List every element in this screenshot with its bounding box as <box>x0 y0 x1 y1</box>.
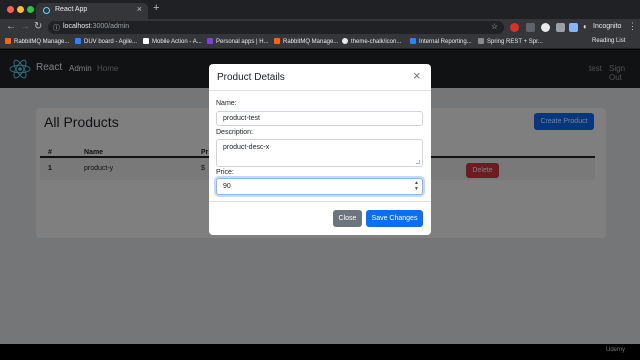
bookmark-item[interactable]: RabbitMQ Manage... <box>5 38 69 47</box>
maximize-window-button[interactable] <box>27 6 34 13</box>
tab-close-icon[interactable]: × <box>137 4 142 14</box>
bookmark-label: Mobile Action - A... <box>152 39 202 45</box>
bookmark-label: RabbitMQ Manage... <box>283 39 339 45</box>
udemy-watermark: Udemy <box>606 347 626 353</box>
back-icon[interactable]: ← <box>6 21 16 32</box>
save-changes-button[interactable]: Save Changes <box>366 210 423 227</box>
bookmark-favicon-icon <box>274 38 280 44</box>
incognito-label: Incognito <box>593 23 622 30</box>
bookmark-item[interactable]: theme-chalk/icon... <box>342 38 401 47</box>
bookmark-label: RabbitMQ Manage... <box>14 39 70 45</box>
description-value: product-desc-x <box>223 144 270 151</box>
extension-icon[interactable] <box>510 23 519 32</box>
description-label: Description: <box>216 129 253 136</box>
bookmark-label: Personal apps | H... <box>216 39 269 45</box>
bookmark-item[interactable]: Internal Reporting... <box>410 38 472 47</box>
browser-tab[interactable]: React App × <box>36 3 148 19</box>
bookmark-label: theme-chalk/icon... <box>351 39 402 45</box>
price-value: 90 <box>223 183 231 190</box>
bookmark-item[interactable]: Personal apps | H... <box>207 38 269 47</box>
bookmark-label: DUV board - Agile... <box>84 39 138 45</box>
bookmark-favicon-icon <box>5 38 11 44</box>
number-spinner-icon[interactable]: ▲ ▼ <box>414 180 419 192</box>
extension-icon[interactable] <box>569 23 578 32</box>
bookmark-favicon-icon <box>342 38 348 44</box>
url-path: :3000/admin <box>90 23 130 30</box>
bookmark-item[interactable]: Spring REST + Spr... <box>478 38 543 47</box>
bookmark-favicon-icon <box>75 38 81 44</box>
incognito-icon: ◐ <box>583 22 588 31</box>
url-text: localhost:3000/admin <box>63 23 129 30</box>
browser-tab-bar: React App × + <box>0 0 640 19</box>
description-textarea[interactable]: product-desc-x <box>216 139 423 167</box>
modal-title: Product Details <box>217 72 285 83</box>
price-label: Price: <box>216 169 234 176</box>
react-favicon-icon <box>43 7 50 14</box>
bookmark-label: Spring REST + Spr... <box>487 39 543 45</box>
new-tab-button[interactable]: + <box>153 2 159 14</box>
close-icon[interactable]: × <box>413 69 421 82</box>
name-label: Name: <box>216 100 237 107</box>
bookmark-item[interactable]: DUV board - Agile... <box>75 38 137 47</box>
bookmark-favicon-icon <box>207 38 213 44</box>
bookmark-item[interactable]: RabbitMQ Manage... <box>274 38 338 47</box>
bookmark-label: Internal Reporting... <box>419 39 472 45</box>
extension-icon[interactable] <box>526 23 535 32</box>
bookmarks-bar: RabbitMQ Manage... DUV board - Agile... … <box>0 36 640 49</box>
close-window-button[interactable] <box>7 6 14 13</box>
reload-icon[interactable]: ↻ <box>34 21 42 32</box>
forward-icon[interactable]: → <box>20 21 30 32</box>
price-input[interactable]: 90 ▲ ▼ <box>216 178 423 195</box>
minimize-window-button[interactable] <box>17 6 24 13</box>
address-bar[interactable]: ⓘ localhost:3000/admin ☆ <box>48 21 504 34</box>
reading-list-button[interactable]: Reading List <box>592 38 625 44</box>
bookmark-favicon-icon <box>410 38 416 44</box>
close-button[interactable]: Close <box>333 210 362 227</box>
product-details-modal: Product Details × Name: product-test Des… <box>209 64 431 235</box>
tab-title: React App <box>55 6 88 13</box>
modal-header: Product Details × <box>209 64 431 91</box>
bookmark-favicon-icon <box>478 38 484 44</box>
browser-menu-icon[interactable]: ⋮ <box>628 21 637 32</box>
screen: React App × + ← → ↻ ⓘ localhost:3000/adm… <box>0 0 640 360</box>
modal-footer: Close Save Changes <box>209 201 431 235</box>
resize-handle-icon[interactable] <box>416 160 420 164</box>
extension-icon[interactable] <box>541 23 550 32</box>
bookmark-item[interactable]: Mobile Action - A... <box>143 38 202 47</box>
bookmark-star-icon[interactable]: ☆ <box>491 22 498 31</box>
url-host: localhost <box>63 23 91 30</box>
name-input[interactable]: product-test <box>216 111 423 126</box>
puzzle-icon[interactable] <box>556 23 565 32</box>
bookmark-favicon-icon <box>143 38 149 44</box>
site-info-icon[interactable]: ⓘ <box>53 23 60 33</box>
